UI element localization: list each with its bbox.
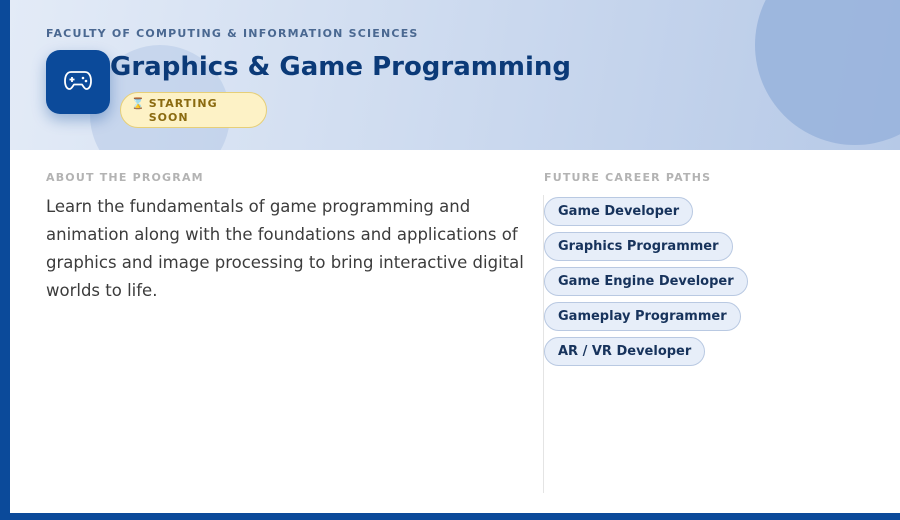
program-hero: FACULTY OF COMPUTING & INFORMATION SCIEN…	[10, 0, 900, 150]
career-chip[interactable]: Game Engine Developer	[544, 267, 748, 296]
career-paths-list: Game Developer Graphics Programmer Game …	[544, 197, 748, 366]
career-chip[interactable]: AR / VR Developer	[544, 337, 706, 366]
status-badge: ⌛ STARTING SOON	[120, 92, 267, 128]
page-title: Graphics & Game Programming	[110, 52, 572, 82]
bottom-accent-bar	[0, 513, 900, 520]
career-chip[interactable]: Game Developer	[544, 197, 694, 226]
gamepad-icon	[63, 68, 93, 96]
careers-section-heading: FUTURE CAREER PATHS	[544, 171, 712, 184]
faculty-name: FACULTY OF COMPUTING & INFORMATION SCIEN…	[46, 27, 419, 40]
career-chip[interactable]: Gameplay Programmer	[544, 302, 741, 331]
hourglass-icon: ⌛	[131, 97, 145, 110]
program-icon-tile	[46, 50, 110, 114]
career-chip[interactable]: Graphics Programmer	[544, 232, 733, 261]
program-description: Learn the fundamentals of game programmi…	[46, 197, 524, 300]
status-badge-label: STARTING SOON	[148, 97, 218, 124]
left-accent-bar	[0, 0, 10, 520]
about-section-heading: ABOUT THE PROGRAM	[46, 171, 204, 184]
decorative-circle	[755, 0, 900, 145]
